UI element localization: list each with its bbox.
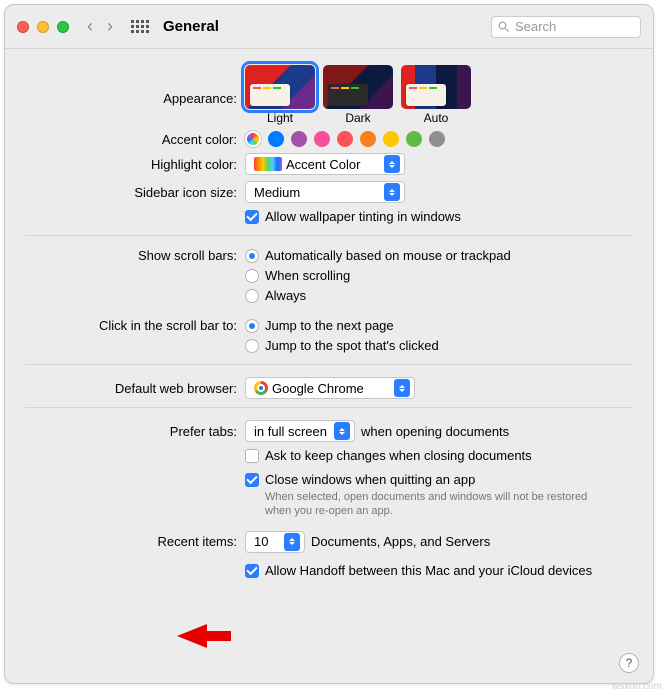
accent-color-swatch[interactable] [291, 131, 307, 147]
recent-suffix: Documents, Apps, and Servers [311, 534, 490, 549]
highlight-color-select[interactable]: Accent Color [245, 153, 405, 175]
scrollclick-radio[interactable] [245, 339, 259, 353]
select-arrows-icon [384, 183, 400, 201]
scrollclick-label: Click in the scroll bar to: [25, 318, 245, 333]
scrollbars-label: Show scroll bars: [25, 248, 245, 263]
close-windows-checkbox[interactable] [245, 473, 259, 487]
default-browser-select[interactable]: Google Chrome [245, 377, 415, 399]
sidebar-size-label: Sidebar icon size: [25, 185, 245, 200]
search-icon [498, 21, 510, 33]
separator [25, 407, 633, 408]
highlight-value: Accent Color [286, 157, 360, 172]
prefer-tabs-select[interactable]: in full screen [245, 420, 355, 442]
wallpaper-tint-checkbox[interactable] [245, 210, 259, 224]
recent-items-select[interactable]: 10 [245, 531, 305, 553]
zoom-window-button[interactable] [57, 21, 69, 33]
handoff-checkbox[interactable] [245, 564, 259, 578]
search-input[interactable]: Search [491, 16, 641, 38]
forward-button[interactable]: › [107, 16, 113, 37]
scrollclick-option-label: Jump to the next page [265, 318, 394, 333]
appearance-options: Light Dark Auto [245, 65, 471, 125]
scrollbars-option-label: When scrolling [265, 268, 350, 283]
close-windows-hint: When selected, open documents and window… [265, 490, 615, 519]
show-all-icon[interactable] [131, 20, 149, 33]
browser-value: Google Chrome [272, 381, 364, 396]
accent-label: Accent color: [25, 132, 245, 147]
tabs-label: Prefer tabs: [25, 424, 245, 439]
close-window-button[interactable] [17, 21, 29, 33]
browser-label: Default web browser: [25, 381, 245, 396]
separator [25, 235, 633, 236]
scrollbars-group: Automatically based on mouse or trackpad… [245, 248, 511, 306]
scrollbars-radio[interactable] [245, 249, 259, 263]
accent-color-swatch[interactable] [383, 131, 399, 147]
accent-color-swatch[interactable] [337, 131, 353, 147]
accent-color-swatch[interactable] [429, 131, 445, 147]
search-placeholder: Search [515, 19, 556, 34]
recent-value: 10 [254, 534, 268, 549]
recent-label: Recent items: [25, 534, 245, 549]
appearance-option-label: Auto [401, 111, 471, 125]
scrollbars-radio[interactable] [245, 289, 259, 303]
window-controls [17, 21, 69, 33]
handoff-label: Allow Handoff between this Mac and your … [265, 563, 592, 578]
appearance-label: Appearance: [25, 65, 245, 106]
accent-color-swatch[interactable] [406, 131, 422, 147]
help-button[interactable]: ? [619, 653, 639, 673]
ask-keep-checkbox[interactable] [245, 449, 259, 463]
appearance-dark-option[interactable] [323, 65, 393, 109]
wallpaper-tint-label: Allow wallpaper tinting in windows [265, 209, 461, 224]
select-arrows-icon [334, 422, 350, 440]
appearance-option-label: Dark [323, 111, 393, 125]
scrollclick-radio[interactable] [245, 319, 259, 333]
select-arrows-icon [384, 155, 400, 173]
scrollbars-option-label: Always [265, 288, 306, 303]
scrollbars-radio[interactable] [245, 269, 259, 283]
callout-arrow-icon [177, 622, 231, 653]
separator [25, 364, 633, 365]
watermark: wsxdn.com [612, 681, 662, 692]
accent-multicolor-swatch[interactable] [245, 131, 261, 147]
accent-color-swatch[interactable] [268, 131, 284, 147]
sidebar-size-select[interactable]: Medium [245, 181, 405, 203]
accent-color-picker [245, 131, 445, 147]
window-title: General [163, 18, 219, 35]
scrollbars-option-label: Automatically based on mouse or trackpad [265, 248, 511, 263]
minimize-window-button[interactable] [37, 21, 49, 33]
close-windows-label: Close windows when quitting an app [265, 472, 475, 487]
appearance-auto-option[interactable] [401, 65, 471, 109]
ask-keep-label: Ask to keep changes when closing documen… [265, 448, 532, 463]
appearance-option-label: Light [245, 111, 315, 125]
back-button[interactable]: ‹ [87, 16, 93, 37]
select-arrows-icon [394, 379, 410, 397]
sidebar-size-value: Medium [254, 185, 300, 200]
tabs-suffix: when opening documents [361, 424, 509, 439]
scrollclick-option-label: Jump to the spot that's clicked [265, 338, 439, 353]
scrollclick-group: Jump to the next page Jump to the spot th… [245, 318, 439, 356]
nav-buttons: ‹ › [87, 16, 113, 37]
chrome-icon [254, 381, 268, 395]
select-arrows-icon [284, 533, 300, 551]
accent-color-swatch[interactable] [314, 131, 330, 147]
highlight-swatch-icon [254, 157, 282, 171]
highlight-label: Highlight color: [25, 157, 245, 172]
accent-color-swatch[interactable] [360, 131, 376, 147]
preferences-window: ‹ › General Search Appearance: Light Dark… [4, 4, 654, 684]
appearance-light-option[interactable] [245, 65, 315, 109]
tabs-value: in full screen [254, 424, 327, 439]
titlebar: ‹ › General Search [5, 5, 653, 49]
